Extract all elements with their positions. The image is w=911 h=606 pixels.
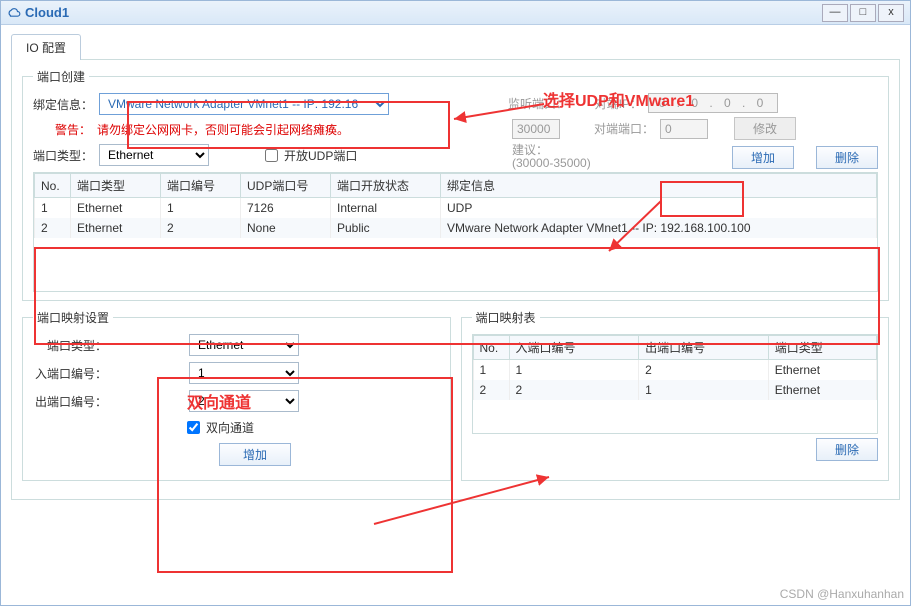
modify-button[interactable]: 修改 bbox=[734, 117, 796, 140]
col-open: 端口开放状态 bbox=[331, 174, 441, 198]
map-in-label: 入端口编号： bbox=[33, 365, 107, 382]
minimize-button[interactable]: — bbox=[822, 4, 848, 22]
table-row[interactable]: 2 Ethernet 2 None Public VMware Network … bbox=[35, 218, 877, 238]
port-type-select[interactable]: Ethernet bbox=[99, 144, 209, 166]
bidir-input[interactable] bbox=[187, 421, 200, 434]
map-out-label: 出端口编号： bbox=[33, 393, 107, 410]
bind-info-label: 绑定信息： bbox=[33, 96, 93, 113]
table-row[interactable]: 2 2 1 Ethernet bbox=[473, 380, 877, 400]
listen-port-label: 监听端口： bbox=[508, 95, 568, 112]
map-in-select[interactable]: 1 bbox=[189, 362, 299, 384]
port-type-label: 端口类型： bbox=[33, 147, 93, 164]
port-table: No. 端口类型 端口编号 UDP端口号 端口开放状态 绑定信息 1 bbox=[33, 172, 878, 292]
map-out-select[interactable]: 2 bbox=[189, 390, 299, 412]
warning-text: 请勿绑定公网网卡，否则可能会引起网络瘫痪。 bbox=[97, 121, 349, 138]
col-bind: 绑定信息 bbox=[441, 174, 877, 198]
col-in: 入端口编号 bbox=[509, 336, 639, 360]
map-type-label: 端口类型： bbox=[33, 337, 107, 354]
col-udp: UDP端口号 bbox=[241, 174, 331, 198]
col-out: 出端口编号 bbox=[639, 336, 769, 360]
tab-io-config[interactable]: IO 配置 bbox=[11, 34, 81, 60]
bidir-label-text: 双向通道 bbox=[206, 419, 254, 436]
window-title: Cloud1 bbox=[25, 5, 69, 20]
close-button[interactable]: x bbox=[878, 4, 904, 22]
col-no: No. bbox=[473, 336, 509, 360]
col-type: 端口类型 bbox=[768, 336, 876, 360]
titlebar: Cloud1 — □ x bbox=[1, 1, 910, 25]
col-num: 端口编号 bbox=[161, 174, 241, 198]
map-set-legend: 端口映射设置 bbox=[33, 309, 113, 326]
port-map-table-group: 端口映射表 No. 入端口编号 出端口编号 端口类型 bbox=[461, 309, 890, 481]
open-udp-input[interactable] bbox=[265, 149, 278, 162]
map-table-legend: 端口映射表 bbox=[472, 309, 540, 326]
open-udp-checkbox[interactable]: 开放UDP端口 bbox=[261, 146, 357, 165]
col-no: No. bbox=[35, 174, 71, 198]
bind-info-select[interactable]: VMware Network Adapter VMnet1 -- IP: 192… bbox=[99, 93, 389, 115]
add-map-button[interactable]: 增加 bbox=[219, 443, 291, 466]
port-create-group: 端口创建 绑定信息： VMware Network Adapter VMnet1… bbox=[22, 68, 889, 301]
table-header-row: No. 端口类型 端口编号 UDP端口号 端口开放状态 绑定信息 bbox=[35, 174, 877, 198]
peer-ip-label: 对端IP： bbox=[592, 95, 642, 112]
port-map-set-group: 端口映射设置 端口类型： Ethernet 入端口编号： 1 出端口编号： bbox=[22, 309, 451, 481]
table-row[interactable]: 1 Ethernet 1 7126 Internal UDP bbox=[35, 198, 877, 219]
warning-label: 警告： bbox=[33, 121, 91, 138]
suggest-range: (30000-35000) bbox=[512, 157, 591, 170]
bidir-checkbox[interactable]: 双向通道 bbox=[183, 418, 254, 437]
cloud-icon bbox=[7, 6, 21, 20]
peer-port-label: 对端端口： bbox=[594, 120, 654, 137]
table-row[interactable]: 1 1 2 Ethernet bbox=[473, 360, 877, 381]
port-create-legend: 端口创建 bbox=[33, 68, 89, 85]
add-port-button[interactable]: 增加 bbox=[732, 146, 794, 169]
peer-port-field[interactable]: 0 bbox=[660, 119, 708, 139]
bottom-row: 端口映射设置 端口类型： Ethernet 入端口编号： 1 出端口编号： bbox=[22, 309, 889, 489]
col-type: 端口类型 bbox=[71, 174, 161, 198]
maximize-button[interactable]: □ bbox=[850, 4, 876, 22]
watermark: CSDN @Hanxuhanhan bbox=[780, 587, 904, 601]
peer-ip-field[interactable]: 0 . 0 . 0 . 0 bbox=[648, 93, 778, 113]
app-window: Cloud1 — □ x IO 配置 端口创建 绑定信息： VMware Net… bbox=[0, 0, 911, 606]
delete-port-button[interactable]: 删除 bbox=[816, 146, 878, 169]
map-table: No. 入端口编号 出端口编号 端口类型 1 1 2 bbox=[472, 334, 879, 434]
table-header-row: No. 入端口编号 出端口编号 端口类型 bbox=[473, 336, 877, 360]
tab-pane: 端口创建 绑定信息： VMware Network Adapter VMnet1… bbox=[11, 59, 900, 500]
listen-peer-block: 监听端口： 对端IP： 0 . 0 . 0 . 0 30000 对端端口： 0 … bbox=[508, 93, 878, 174]
delete-map-button[interactable]: 删除 bbox=[816, 438, 878, 461]
open-udp-label: 开放UDP端口 bbox=[284, 147, 357, 164]
map-type-select[interactable]: Ethernet bbox=[189, 334, 299, 356]
client-area: IO 配置 端口创建 绑定信息： VMware Network Adapter … bbox=[1, 25, 910, 510]
listen-port-field[interactable]: 30000 bbox=[512, 119, 560, 139]
